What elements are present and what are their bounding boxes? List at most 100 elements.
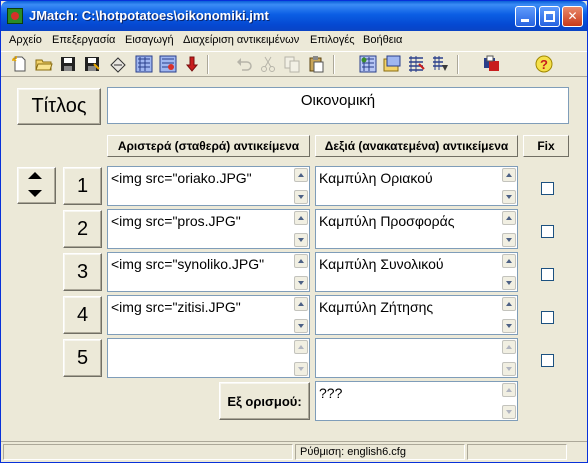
row-number: 5 <box>76 346 89 369</box>
right-item-value: Καμπύλη Οριακού <box>319 170 433 186</box>
copy-icon[interactable] <box>283 55 301 73</box>
scroll-up-icon[interactable] <box>502 211 516 225</box>
maximize-button[interactable] <box>539 6 560 27</box>
fix-checkbox[interactable] <box>541 311 554 324</box>
row-number: 3 <box>76 260 89 283</box>
scroll-down-icon[interactable] <box>294 276 308 290</box>
right-item-input[interactable]: Καμπύλη Συνολικού <box>315 252 518 292</box>
close-button[interactable]: ✕ <box>562 6 583 27</box>
right-item-scrollbar[interactable] <box>502 340 516 376</box>
menu-file[interactable]: Αρχείο <box>9 34 42 46</box>
scroll-down-icon[interactable] <box>502 190 516 204</box>
right-item-scrollbar[interactable] <box>502 297 516 333</box>
right-item-input[interactable] <box>315 338 518 378</box>
left-item-scrollbar[interactable] <box>294 254 308 290</box>
left-item-scrollbar[interactable] <box>294 297 308 333</box>
fix-checkbox[interactable] <box>541 182 554 195</box>
export-webpage-icon[interactable] <box>135 55 153 73</box>
scroll-up-icon[interactable] <box>502 383 516 397</box>
default-label-button[interactable]: Εξ ορισμού: <box>219 382 310 420</box>
left-item-input[interactable]: <img src="pros.JPG" <box>107 209 310 249</box>
default-answer-value: ??? <box>319 385 343 401</box>
left-item-value: <img src="zitisi.JPG" <box>111 299 241 315</box>
open-folder-icon[interactable] <box>35 55 53 73</box>
scroll-down-icon[interactable] <box>502 233 516 247</box>
left-item-input[interactable]: <img src="zitisi.JPG" <box>107 295 310 335</box>
scroll-rows-button[interactable] <box>17 167 56 204</box>
left-item-input[interactable]: <img src="oriako.JPG" <box>107 166 310 206</box>
menu-edit[interactable]: Επεξεργασία <box>52 34 115 46</box>
scroll-down-icon[interactable] <box>502 276 516 290</box>
status-bar: Ρύθμιση: english6.cfg <box>1 441 587 462</box>
add-item-icon[interactable] <box>383 55 401 73</box>
web-page-icon[interactable] <box>359 55 377 73</box>
menu-insert[interactable]: Εισαγωγή <box>125 34 174 46</box>
row-number-button[interactable]: 1 <box>63 167 102 205</box>
row-number-button[interactable]: 5 <box>63 339 102 377</box>
menu-manage-items[interactable]: Διαχείριση αντικειμένων <box>183 34 299 46</box>
title-input[interactable]: Οικονομική <box>107 87 569 124</box>
new-file-icon[interactable] <box>11 55 29 73</box>
toolbar-separator <box>333 55 335 74</box>
left-item-scrollbar[interactable] <box>294 168 308 204</box>
row-number: 4 <box>76 303 89 326</box>
right-item-scrollbar[interactable] <box>502 254 516 290</box>
save-as-icon[interactable] <box>83 55 101 73</box>
clear-icon[interactable] <box>109 55 127 73</box>
scroll-up-icon[interactable] <box>294 297 308 311</box>
menu-help[interactable]: Βοήθεια <box>363 34 402 46</box>
left-item-scrollbar[interactable] <box>294 211 308 247</box>
scroll-down-icon[interactable] <box>502 362 516 376</box>
scroll-up-icon[interactable] <box>502 297 516 311</box>
fix-checkbox[interactable] <box>541 268 554 281</box>
right-item-input[interactable]: Καμπύλη Ζήτησης <box>315 295 518 335</box>
cut-icon[interactable] <box>259 55 277 73</box>
row-number-button[interactable]: 4 <box>63 296 102 334</box>
default-answer-input[interactable]: ??? <box>315 381 518 421</box>
scroll-up-icon[interactable] <box>502 168 516 182</box>
menu-options[interactable]: Επιλογές <box>310 34 355 46</box>
scroll-down-icon[interactable] <box>294 190 308 204</box>
scroll-down-icon[interactable] <box>294 233 308 247</box>
right-item-input[interactable]: Καμπύλη Προσφοράς <box>315 209 518 249</box>
export-dragdrop-icon[interactable] <box>159 55 177 73</box>
jmatch-app-icon <box>7 8 23 24</box>
fix-checkbox[interactable] <box>541 225 554 238</box>
scroll-down-icon[interactable] <box>294 362 308 376</box>
row-number-button[interactable]: 3 <box>63 253 102 291</box>
left-item-scrollbar[interactable] <box>294 340 308 376</box>
minimize-button[interactable] <box>515 6 536 27</box>
paste-icon[interactable] <box>307 55 325 73</box>
default-answer-scrollbar[interactable] <box>502 383 516 419</box>
fix-checkbox[interactable] <box>541 354 554 367</box>
scroll-up-icon[interactable] <box>294 254 308 268</box>
row-number-button[interactable]: 2 <box>63 210 102 248</box>
maximize-icon <box>544 11 555 22</box>
help-icon[interactable]: ? <box>535 55 553 73</box>
save-icon[interactable] <box>59 55 77 73</box>
hot-potatoes-icon[interactable] <box>431 55 449 73</box>
title-label-button[interactable]: Τίτλος <box>17 88 101 125</box>
arrow-up-icon[interactable] <box>28 172 42 179</box>
arrow-down-icon[interactable] <box>28 190 42 197</box>
scroll-up-icon[interactable] <box>502 340 516 354</box>
scroll-down-icon[interactable] <box>502 319 516 333</box>
scroll-up-icon[interactable] <box>294 168 308 182</box>
undo-icon[interactable] <box>235 55 253 73</box>
left-item-input[interactable]: <img src="synoliko.JPG" <box>107 252 310 292</box>
shuffle-icon[interactable] <box>407 55 425 73</box>
scroll-down-icon[interactable] <box>502 405 516 419</box>
config-icon[interactable] <box>483 55 501 73</box>
left-item-input[interactable] <box>107 338 310 378</box>
status-pane-config: Ρύθμιση: english6.cfg <box>295 444 465 460</box>
scroll-up-icon[interactable] <box>294 340 308 354</box>
scroll-down-icon[interactable] <box>294 319 308 333</box>
scroll-up-icon[interactable] <box>294 211 308 225</box>
right-item-input[interactable]: Καμπύλη Οριακού <box>315 166 518 206</box>
scroll-up-icon[interactable] <box>502 254 516 268</box>
down-arrow-icon[interactable] <box>183 55 201 73</box>
title-bar[interactable]: JMatch: C:\hotpotatoes\oikonomiki.jmt ✕ <box>1 1 587 31</box>
right-item-scrollbar[interactable] <box>502 211 516 247</box>
right-item-scrollbar[interactable] <box>502 168 516 204</box>
title-input-value: Οικονομική <box>300 92 376 109</box>
